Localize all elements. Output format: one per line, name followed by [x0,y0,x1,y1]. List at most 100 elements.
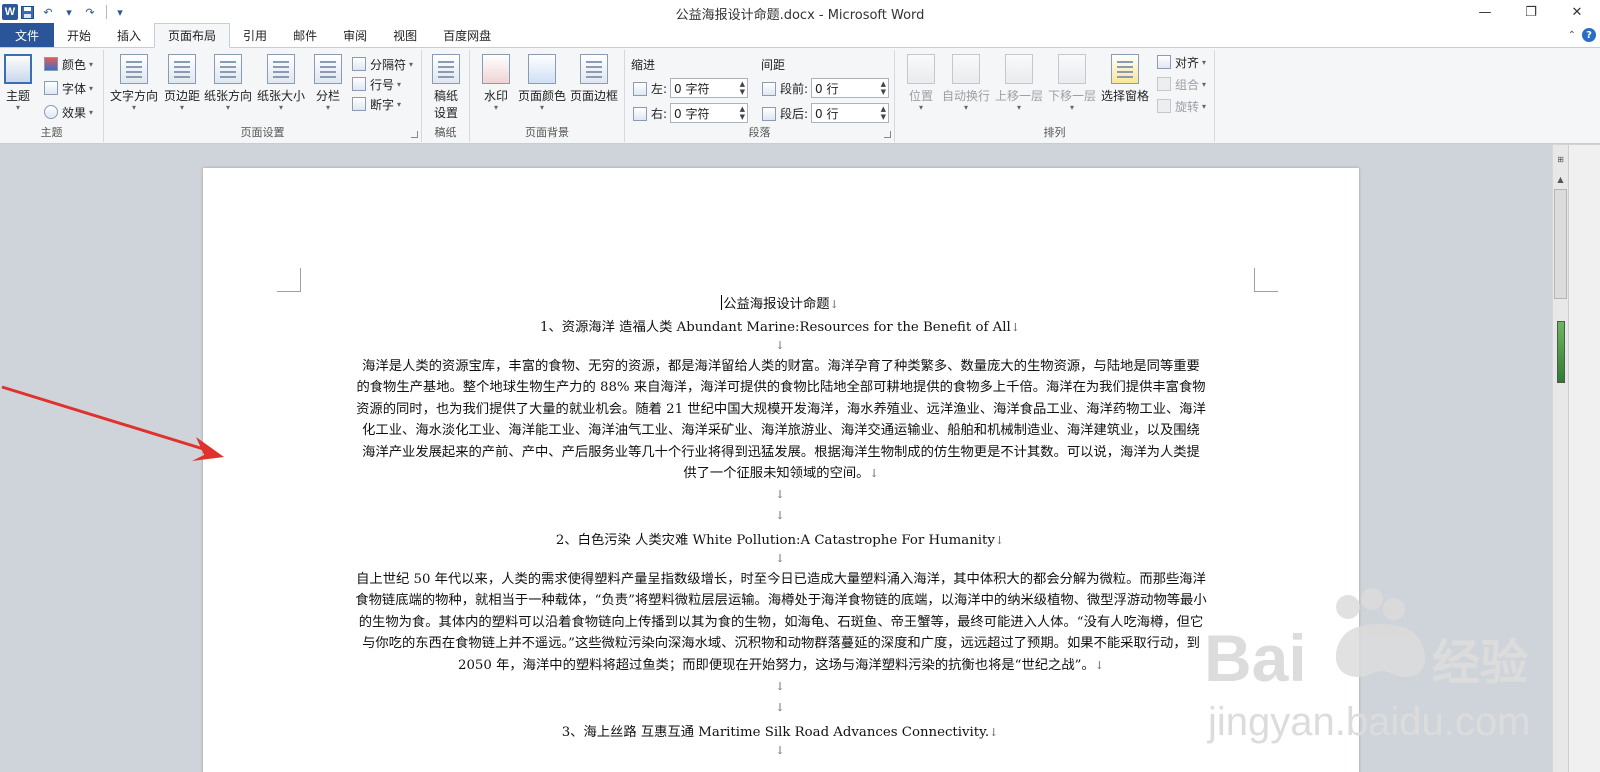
watermark-brand-text: Bai [1204,621,1307,695]
orientation-button[interactable]: 纸张方向 ▾ [204,54,252,112]
tab-mailings[interactable]: 邮件 [280,23,330,47]
theme-effects-button[interactable]: 效果 ▾ [44,102,93,122]
scroll-up-icon[interactable]: ▲ [1553,171,1568,187]
chevron-down-icon: ▾ [89,59,94,69]
columns-button[interactable]: 分栏 ▾ [314,54,342,112]
window-title: 公益海报设计命题.docx - Microsoft Word [675,8,925,23]
paragraph-1[interactable]: 海洋是人类的资源宝库，丰富的食物、无穷的资源，都是海洋留给人类的财富。海洋孕育了… [301,356,1261,484]
group-label: 页面设置 [240,126,285,139]
page-setup-group: 文字方向 ▾ 页边距 ▾ 纸张方向 ▾ 纸张大小 ▾ 分栏 ▾ 分隔符 ▾ 行号… [104,50,422,142]
draft-paper-button[interactable]: 稿纸 设置 [432,54,460,121]
line-numbers-button[interactable]: 行号 ▾ [352,74,401,94]
save-icon[interactable] [18,3,36,21]
tab-baidu-netdisk[interactable]: 百度网盘 [430,23,504,47]
theme-button[interactable]: 主题 ▾ [4,54,32,112]
line-numbers-icon [352,77,366,91]
chevron-down-icon: ▾ [1202,57,1207,67]
tab-file[interactable]: 文件 [0,23,54,47]
empty-paragraph-mark: ↓ [775,552,785,565]
chevron-down-icon: ▾ [409,59,414,69]
draft-paper-group: 稿纸 设置 稿纸 [422,50,470,142]
redo-icon[interactable]: ↷ [81,3,99,21]
send-backward-button[interactable]: 下移一层 ▾ [1048,54,1096,112]
ribbon-tabs: 文件 开始 插入 页面布局 引用 邮件 审阅 视图 百度网盘 ⌃ ? [0,23,1600,48]
spinner-arrows-icon[interactable]: ▲ ▼ [740,80,745,96]
page-border-button[interactable]: 页面边框 [570,54,618,104]
close-button[interactable]: ✕ [1554,0,1600,24]
chevron-down-icon: ▾ [325,103,330,112]
rotate-button[interactable]: 旋转 ▾ [1157,96,1206,116]
spacing-after-input[interactable]: 0 行 ▲ ▼ [811,103,889,123]
ruler-toggle-icon[interactable]: ⊞ [1553,151,1568,167]
chevron-down-icon: ▾ [226,103,231,112]
tab-insert[interactable]: 插入 [104,23,154,47]
watermark-icon [482,54,510,84]
chevron-down-icon: ▾ [180,103,185,112]
empty-paragraph-mark: ↓ [775,744,785,757]
window-controls: — ❐ ✕ [1462,0,1600,24]
margins-button[interactable]: 页边距 ▾ [164,54,200,112]
minimize-button[interactable]: — [1462,0,1508,24]
group-objects-button[interactable]: 组合 ▾ [1157,74,1206,94]
indent-left-input[interactable]: 0 字符 ▲ ▼ [670,78,748,98]
colors-icon [44,57,58,71]
qat-separator [106,5,107,19]
heading-1[interactable]: 1、资源海洋 造福人类 Abundant Marine:Resources fo… [301,316,1259,335]
bring-forward-button[interactable]: 上移一层 ▾ [995,54,1043,112]
chevron-down-icon: ▾ [1070,103,1075,112]
spinner-arrows-icon[interactable]: ▲ ▼ [881,80,886,96]
margin-corner-mark [1254,268,1278,292]
help-icon[interactable]: ? [1582,28,1596,42]
undo-dropdown-icon[interactable]: ▾ [60,3,78,21]
page-color-button[interactable]: 页面颜色 ▾ [518,54,566,112]
spinner-arrows-icon[interactable]: ▲ ▼ [740,105,745,121]
indent-right-label: 右: [633,105,667,122]
chevron-down-icon: ▾ [918,103,923,112]
document-title[interactable]: 公益海报设计命题↓ [301,293,1259,312]
hyphenation-button[interactable]: 断字 ▾ [352,94,401,114]
heading-2[interactable]: 2、白色污染 人类灾难 White Pollution:A Catastroph… [301,529,1259,548]
watermark-button[interactable]: 水印 ▾ [482,54,510,112]
theme-fonts-button[interactable]: 字体 ▾ [44,78,93,98]
theme-colors-button[interactable]: 颜色 ▾ [44,54,93,74]
indent-left-icon [633,81,647,96]
maximize-button[interactable]: ❐ [1508,0,1554,24]
tab-references[interactable]: 引用 [230,23,280,47]
effects-icon [44,105,58,119]
scrollbar-thumb[interactable] [1554,189,1567,299]
text-direction-button[interactable]: 文字方向 ▾ [110,54,158,112]
align-icon [1157,55,1171,69]
heading-3[interactable]: 3、海上丝路 互惠互通 Maritime Silk Road Advances … [301,721,1259,740]
ribbon: 主题 ▾ 颜色 ▾ 字体 ▾ 效果 ▾ 主题 文字方向 ▾ 页边距 ▾ 纸张方向… [0,48,1600,144]
tab-review[interactable]: 审阅 [330,23,380,47]
wrap-text-button[interactable]: 自动换行 ▾ [942,54,990,112]
paragraph-launcher-icon[interactable] [884,131,891,138]
tab-home[interactable]: 开始 [54,23,104,47]
spacing-before-label: 段前: [762,80,808,97]
annotation-arrow-icon [1,385,224,461]
chevron-down-icon: ▾ [397,79,402,89]
customize-qat-icon[interactable]: ▾ [111,3,129,21]
paragraph-2[interactable]: 自上世纪 50 年代以来，人类的需求使得塑料产量呈指数级增长，时至今日已造成大量… [301,569,1261,676]
rotate-icon [1157,99,1171,113]
breaks-button[interactable]: 分隔符 ▾ [352,54,413,74]
undo-icon[interactable]: ↶ [39,3,57,21]
size-button[interactable]: 纸张大小 ▾ [257,54,305,112]
group-label: 主题 [40,126,63,139]
page-setup-launcher-icon[interactable] [411,131,418,138]
document-page[interactable]: 公益海报设计命题↓ 1、资源海洋 造福人类 Abundant Marine:Re… [203,168,1359,772]
chevron-down-icon: ▾ [15,103,20,112]
selection-pane-button[interactable]: 选择窗格 [1101,54,1149,104]
align-button[interactable]: 对齐 ▾ [1157,52,1206,72]
word-logo-icon[interactable]: W [2,4,18,20]
spacing-before-input[interactable]: 0 行 ▲ ▼ [811,78,889,98]
spinner-arrows-icon[interactable]: ▲ ▼ [881,105,886,121]
position-button[interactable]: 位置 ▾ [907,54,935,112]
selection-pane-icon [1111,54,1139,84]
tab-page-layout[interactable]: 页面布局 [154,23,231,48]
orientation-icon [214,54,242,84]
spacing-label: 间距 [761,58,786,72]
tab-view[interactable]: 视图 [380,23,430,47]
minimize-ribbon-icon[interactable]: ⌃ [1568,30,1576,41]
indent-right-input[interactable]: 0 字符 ▲ ▼ [670,103,748,123]
